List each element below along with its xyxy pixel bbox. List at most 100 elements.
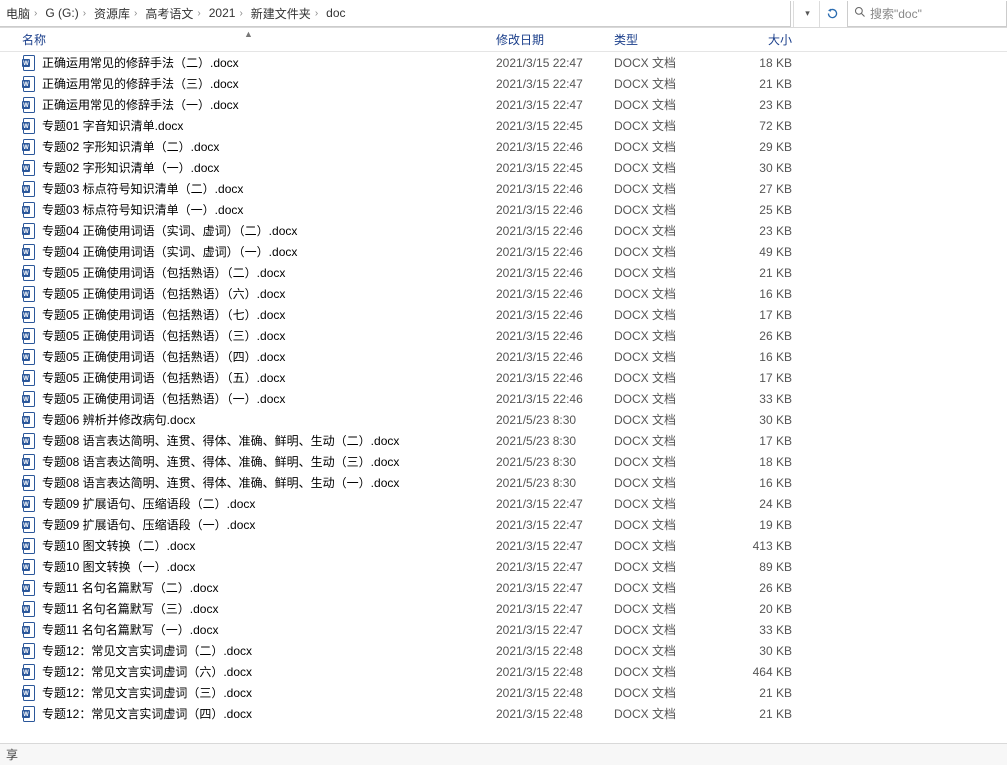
file-type-cell: DOCX 文档 [606, 390, 722, 407]
file-row[interactable]: W专题05 正确使用词语（包括熟语）（三）.docx2021/3/15 22:4… [0, 325, 1007, 346]
refresh-button[interactable] [819, 1, 845, 27]
file-type-cell: DOCX 文档 [606, 369, 722, 386]
column-header-name-label: 名称 [22, 31, 46, 48]
file-row[interactable]: W专题09 扩展语句、压缩语段（二）.docx2021/3/15 22:47DO… [0, 493, 1007, 514]
file-name-label: 专题04 正确使用词语（实词、虚词）（一）.docx [42, 243, 297, 260]
file-type-cell: DOCX 文档 [606, 495, 722, 512]
file-date-cell: 2021/3/15 22:46 [488, 350, 606, 364]
file-row[interactable]: W专题05 正确使用词语（包括熟语）（二）.docx2021/3/15 22:4… [0, 262, 1007, 283]
file-row[interactable]: W专题03 标点符号知识清单（一）.docx2021/3/15 22:46DOC… [0, 199, 1007, 220]
file-size-cell: 26 KB [722, 329, 810, 343]
breadcrumb-item[interactable]: 电脑› [4, 5, 43, 22]
file-date-cell: 2021/3/15 22:47 [488, 497, 606, 511]
file-size-cell: 23 KB [722, 224, 810, 238]
docx-file-icon: W [22, 139, 36, 155]
column-header-size[interactable]: 大小 [722, 28, 810, 51]
breadcrumb-item[interactable]: 高考语文› [143, 5, 206, 22]
svg-text:W: W [23, 586, 29, 592]
file-row[interactable]: W专题05 正确使用词语（包括熟语）（一）.docx2021/3/15 22:4… [0, 388, 1007, 409]
docx-file-icon: W [22, 643, 36, 659]
file-type-cell: DOCX 文档 [606, 138, 722, 155]
file-type-cell: DOCX 文档 [606, 684, 722, 701]
file-name-cell: W正确运用常见的修辞手法（二）.docx [0, 54, 488, 71]
breadcrumb-item[interactable]: G (G:)› [43, 6, 92, 20]
file-row[interactable]: W专题11 名句名篇默写（一）.docx2021/3/15 22:47DOCX … [0, 619, 1007, 640]
file-row[interactable]: W专题05 正确使用词语（包括熟语）（四）.docx2021/3/15 22:4… [0, 346, 1007, 367]
file-row[interactable]: W专题10 图文转换（二）.docx2021/3/15 22:47DOCX 文档… [0, 535, 1007, 556]
svg-text:W: W [23, 418, 29, 424]
file-type-cell: DOCX 文档 [606, 264, 722, 281]
file-date-cell: 2021/3/15 22:47 [488, 518, 606, 532]
file-row[interactable]: W专题06 辨析并修改病句.docx2021/5/23 8:30DOCX 文档3… [0, 409, 1007, 430]
docx-file-icon: W [22, 244, 36, 260]
file-row[interactable]: W专题02 字形知识清单（一）.docx2021/3/15 22:45DOCX … [0, 157, 1007, 178]
breadcrumb-label: 高考语文 [145, 5, 193, 22]
column-headers: ▲ 名称 修改日期 类型 大小 [0, 28, 1007, 52]
file-row[interactable]: W专题02 字形知识清单（二）.docx2021/3/15 22:46DOCX … [0, 136, 1007, 157]
breadcrumb-item[interactable]: 新建文件夹› [249, 5, 324, 22]
file-name-cell: W 专题04 正确使用词语（实词、虚词）（一）.docx [0, 243, 488, 260]
file-row[interactable]: W专题08 语言表达简明、连贯、得体、准确、鲜明、生动（二）.docx2021/… [0, 430, 1007, 451]
file-date-cell: 2021/5/23 8:30 [488, 413, 606, 427]
file-row[interactable]: W专题05 正确使用词语（包括熟语）（六）.docx2021/3/15 22:4… [0, 283, 1007, 304]
file-row[interactable]: W专题01 字音知识清单.docx2021/3/15 22:45DOCX 文档7… [0, 115, 1007, 136]
file-type-cell: DOCX 文档 [606, 516, 722, 533]
file-row[interactable]: W专题05 正确使用词语（包括熟语）（七）.docx2021/3/15 22:4… [0, 304, 1007, 325]
file-row[interactable]: W正确运用常见的修辞手法（二）.docx2021/3/15 22:47DOCX … [0, 52, 1007, 73]
file-row[interactable]: W专题04 正确使用词语（实词、虚词）（一）.docx2021/3/15 22:… [0, 241, 1007, 262]
file-row[interactable]: W正确运用常见的修辞手法（三）.docx2021/3/15 22:47DOCX … [0, 73, 1007, 94]
file-row[interactable]: W专题03 标点符号知识清单（二）.docx2021/3/15 22:46DOC… [0, 178, 1007, 199]
breadcrumb-item[interactable]: 资源库› [92, 5, 143, 22]
file-name-cell: W专题10 图文转换（一）.docx [0, 558, 488, 575]
file-row[interactable]: W正确运用常见的修辞手法（一）.docx2021/3/15 22:47DOCX … [0, 94, 1007, 115]
file-name-label: 专题12：常见文言实词虚词（六）.docx [42, 663, 252, 680]
file-name-cell: W专题12：常见文言实词虚词（四）.docx [0, 705, 488, 722]
breadcrumb-label: 电脑 [6, 5, 30, 22]
file-row[interactable]: W专题08 语言表达简明、连贯、得体、准确、鲜明、生动（一）.docx2021/… [0, 472, 1007, 493]
file-name-label: 专题01 字音知识清单.docx [42, 117, 183, 134]
file-name-label: 专题10 图文转换（二）.docx [42, 537, 195, 554]
file-type-cell: DOCX 文档 [606, 705, 722, 722]
file-row[interactable]: W专题05 正确使用词语（包括熟语）（五）.docx2021/3/15 22:4… [0, 367, 1007, 388]
file-name-cell: W专题05 正确使用词语（包括熟语）（四）.docx [0, 348, 488, 365]
docx-file-icon: W [22, 454, 36, 470]
file-name-cell: W正确运用常见的修辞手法（一）.docx [0, 96, 488, 113]
svg-text:W: W [23, 166, 29, 172]
breadcrumb-item[interactable]: 2021› [207, 6, 249, 20]
breadcrumb[interactable]: 电脑›G (G:)›资源库›高考语文›2021›新建文件夹›doc [0, 1, 791, 27]
file-row[interactable]: W专题11 名句名篇默写（三）.docx2021/3/15 22:47DOCX … [0, 598, 1007, 619]
file-type-cell: DOCX 文档 [606, 306, 722, 323]
file-name-cell: W专题05 正确使用词语（包括熟语）（二）.docx [0, 264, 488, 281]
docx-file-icon: W [22, 412, 36, 428]
file-row[interactable]: W专题12：常见文言实词虚词（四）.docx2021/3/15 22:48DOC… [0, 703, 1007, 724]
file-row[interactable]: W专题11 名句名篇默写（二）.docx2021/3/15 22:47DOCX … [0, 577, 1007, 598]
search-input[interactable]: 搜索"doc" [847, 1, 1007, 27]
svg-text:W: W [23, 229, 29, 235]
file-date-cell: 2021/3/15 22:47 [488, 56, 606, 70]
file-name-cell: W专题08 语言表达简明、连贯、得体、准确、鲜明、生动（三）.docx [0, 453, 488, 470]
address-dropdown-button[interactable]: ▾ [793, 1, 819, 27]
file-name-label: 专题05 正确使用词语（包括熟语）（六）.docx [42, 285, 285, 302]
file-row[interactable]: W专题09 扩展语句、压缩语段（一）.docx2021/3/15 22:47DO… [0, 514, 1007, 535]
file-name-label: 专题05 正确使用词语（包括熟语）（四）.docx [42, 348, 285, 365]
file-row[interactable]: W专题12：常见文言实词虚词（三）.docx2021/3/15 22:48DOC… [0, 682, 1007, 703]
file-date-cell: 2021/5/23 8:30 [488, 476, 606, 490]
file-row[interactable]: W专题12：常见文言实词虚词（六）.docx2021/3/15 22:48DOC… [0, 661, 1007, 682]
docx-file-icon: W [22, 517, 36, 533]
file-name-cell: W专题11 名句名篇默写（二）.docx [0, 579, 488, 596]
file-row[interactable]: W专题10 图文转换（一）.docx2021/3/15 22:47DOCX 文档… [0, 556, 1007, 577]
breadcrumb-label: G (G:) [45, 6, 78, 20]
column-header-date[interactable]: 修改日期 [488, 28, 606, 51]
status-share-label[interactable]: 享 [6, 746, 18, 763]
docx-file-icon: W [22, 559, 36, 575]
docx-file-icon: W [22, 601, 36, 617]
file-size-cell: 29 KB [722, 140, 810, 154]
column-header-type[interactable]: 类型 [606, 28, 722, 51]
docx-file-icon: W [22, 685, 36, 701]
file-type-cell: DOCX 文档 [606, 159, 722, 176]
file-row[interactable]: W专题08 语言表达简明、连贯、得体、准确、鲜明、生动（三）.docx2021/… [0, 451, 1007, 472]
svg-text:W: W [23, 691, 29, 697]
breadcrumb-item[interactable]: doc [324, 6, 347, 20]
file-row[interactable]: W专题04 正确使用词语（实词、虚词）（二）.docx2021/3/15 22:… [0, 220, 1007, 241]
file-row[interactable]: W专题12：常见文言实词虚词（二）.docx2021/3/15 22:48DOC… [0, 640, 1007, 661]
